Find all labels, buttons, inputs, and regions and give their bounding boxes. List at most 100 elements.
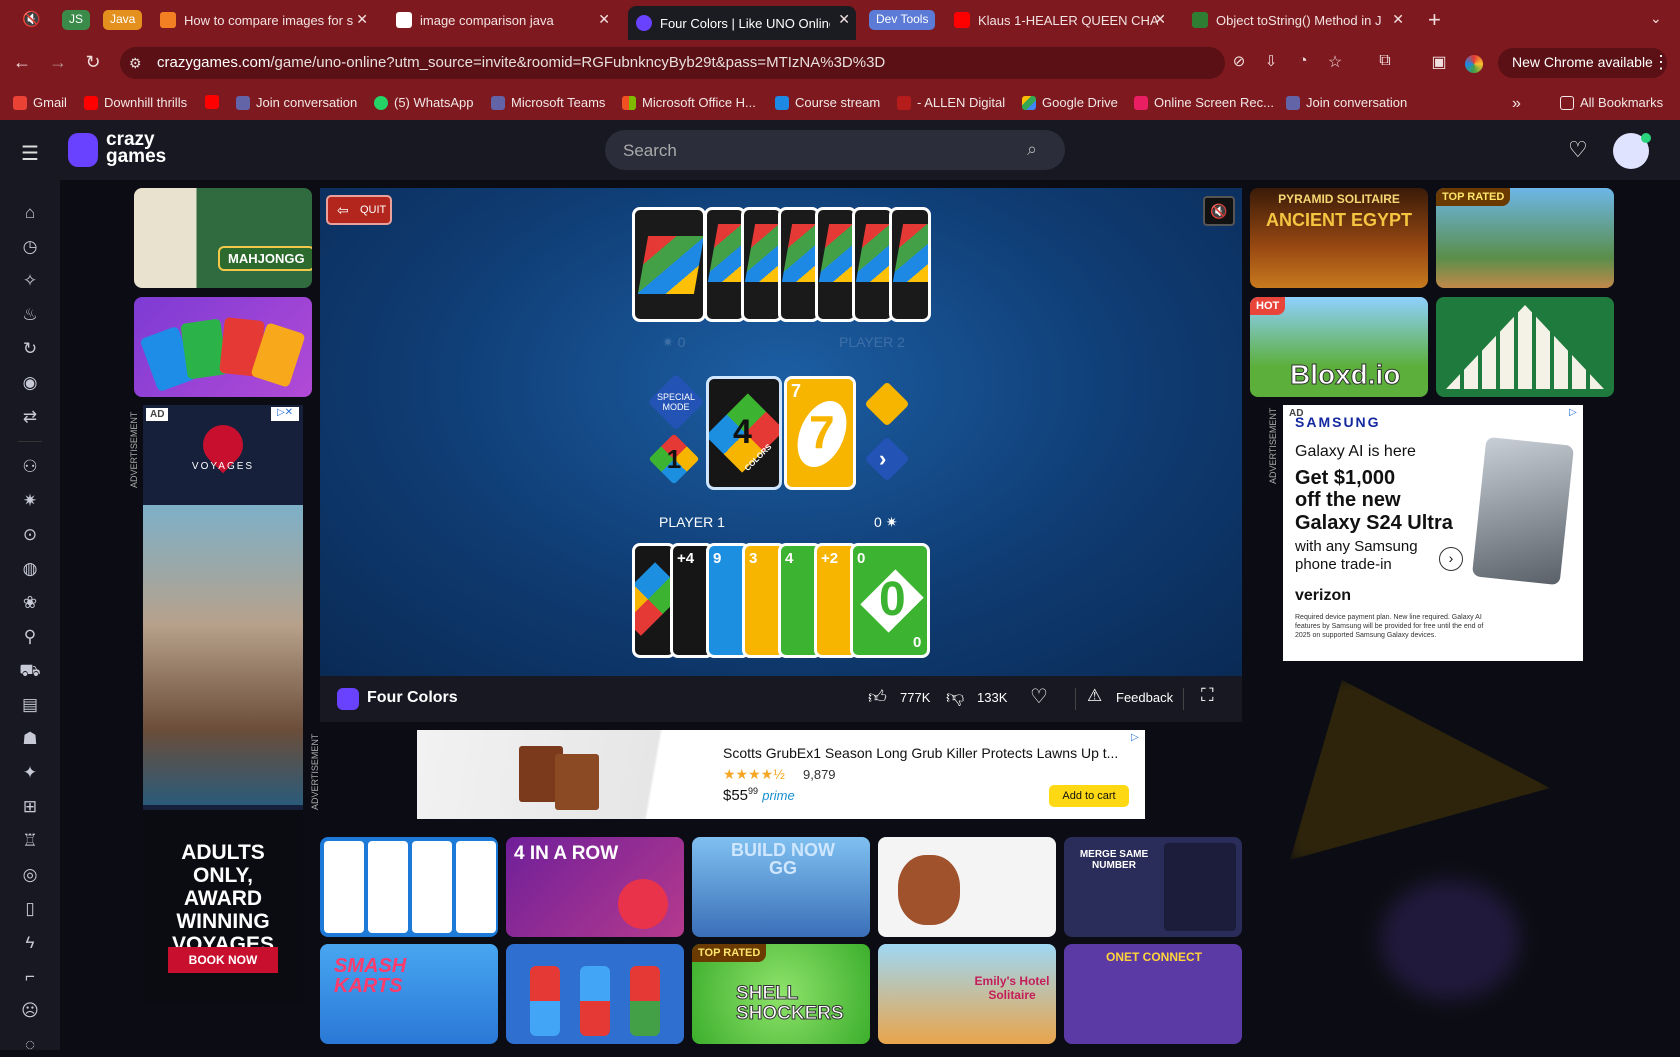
tab-tostring[interactable]: Object toString() Method in J ✕ xyxy=(1184,6,1410,34)
game-thumb-smash-karts[interactable]: SMASH KARTS xyxy=(320,944,498,1044)
bookmark-course-stream[interactable]: Course stream xyxy=(775,95,880,110)
bookmark-allen[interactable]: - ALLEN Digital xyxy=(897,95,1005,110)
close-icon[interactable]: ✕ xyxy=(838,11,850,28)
clicker-icon[interactable]: ✦ xyxy=(19,763,41,785)
game-thumb-cards[interactable] xyxy=(134,297,312,397)
tab-four-colors[interactable]: Four Colors | Like UNO Online ✕ xyxy=(628,6,856,40)
extensions-icon[interactable]: ⧉ xyxy=(1374,52,1396,70)
horror-icon[interactable]: ☹ xyxy=(19,1001,41,1023)
two-player-icon[interactable]: ⚇ xyxy=(19,457,41,479)
bookmark-whatsapp[interactable]: (5) WhatsApp xyxy=(374,95,473,110)
reload-icon[interactable]: ↻ xyxy=(82,52,104,73)
originals-icon[interactable]: ◉ xyxy=(19,373,41,395)
controller-icon[interactable]: ⊞ xyxy=(19,797,41,819)
tab-group-java[interactable]: Java xyxy=(103,10,143,30)
game-thumb-solitaire[interactable] xyxy=(320,837,498,937)
adchoices-icon[interactable]: ▷ xyxy=(1131,732,1139,743)
ad-close-icon[interactable]: ▷✕ xyxy=(271,407,299,421)
bike-icon[interactable]: ⚲ xyxy=(19,627,41,649)
game-thumb-mahjongg[interactable]: MAHJONGG xyxy=(134,188,312,288)
menu-kebab-icon[interactable]: ⋮ xyxy=(1652,52,1670,73)
quit-button[interactable]: QUIT xyxy=(326,195,392,225)
driving-wheel-icon[interactable]: ◎ xyxy=(19,865,41,887)
profile-avatar[interactable] xyxy=(1465,55,1483,73)
favorite-heart-icon[interactable]: ♡ xyxy=(1030,684,1048,709)
site-info-icon[interactable]: ⚙ xyxy=(129,55,142,72)
draw-deck-card[interactable]: 4 COLORS xyxy=(706,376,782,490)
feedback-icon[interactable]: ⚠ xyxy=(1087,686,1102,706)
bookmark-join-2[interactable]: Join conversation xyxy=(1286,95,1407,110)
tab-search-chevron-icon[interactable]: ⌄ xyxy=(1650,10,1662,27)
new-tab-icon[interactable]: + xyxy=(1428,7,1441,33)
updated-icon[interactable]: ↻ xyxy=(19,339,41,361)
tab-image-comparison[interactable]: image comparison java ✕ xyxy=(388,6,616,34)
game-thumb-merlin-solitaire[interactable]: TOP RATED xyxy=(1436,188,1614,288)
new-sparkle-icon[interactable]: ✧ xyxy=(19,271,41,293)
bookmark-screen-rec[interactable]: Online Screen Rec... xyxy=(1134,95,1274,110)
casual-icon[interactable]: ☗ xyxy=(19,729,41,751)
add-to-cart-button[interactable]: Add to cart xyxy=(1049,785,1129,807)
site-logo[interactable]: crazy games xyxy=(106,130,166,166)
hamburger-menu-icon[interactable]: ☰ xyxy=(21,141,39,166)
tab-compare-images[interactable]: How to compare images for s ✕ xyxy=(152,6,374,34)
game-thumb-build-now[interactable]: BUILD NOW GG xyxy=(692,837,870,937)
install-icon[interactable]: ⇩ xyxy=(1260,52,1282,70)
search-icon[interactable]: ⌕ xyxy=(1027,139,1037,160)
side-panel-icon[interactable]: ▣ xyxy=(1428,52,1450,72)
game-thumb-shell-shockers[interactable]: TOP RATED SHELL SHOCKERS xyxy=(692,944,870,1044)
game-thumb-pyramid-solitaire[interactable]: PYRAMID SOLITAIRE ANCIENT EGYPT xyxy=(1250,188,1428,288)
flash-icon[interactable]: ϟ xyxy=(19,933,41,955)
performance-icon[interactable]: ◔ xyxy=(1292,52,1314,69)
game-thumb-onet-connect[interactable]: ONET CONNECT xyxy=(1064,944,1242,1044)
basketball-icon[interactable]: ◍ xyxy=(19,559,41,581)
bookmark-teams[interactable]: Microsoft Teams xyxy=(491,95,605,110)
all-bookmarks[interactable]: All Bookmarks xyxy=(1560,95,1663,110)
game-thumb-bloxd[interactable]: HOT Bloxd.io xyxy=(1250,297,1428,397)
star-icon[interactable]: ☆ xyxy=(1324,52,1346,72)
beauty-icon[interactable]: ❀ xyxy=(19,593,41,615)
game-thumb-draw[interactable] xyxy=(878,837,1056,937)
random-shuffle-icon[interactable]: ⇄ xyxy=(19,407,41,429)
crazygames-logo-icon[interactable] xyxy=(68,133,98,167)
home-icon[interactable]: ⌂ xyxy=(19,203,41,225)
new-chrome-button[interactable]: New Chrome available xyxy=(1498,48,1667,78)
escape-door-icon[interactable]: ▯ xyxy=(19,899,41,921)
tab-group-js[interactable]: JS xyxy=(62,10,91,30)
trending-flame-icon[interactable]: ♨ xyxy=(19,305,41,327)
favorites-heart-icon[interactable]: ♡ xyxy=(1568,137,1588,163)
bookmark-join-1[interactable]: Join conversation xyxy=(236,95,357,110)
close-icon[interactable]: ✕ xyxy=(1154,11,1166,28)
game-thumb-pyramid-cards[interactable] xyxy=(1436,297,1614,397)
bookmark-downhill[interactable]: Downhill thrills xyxy=(84,95,187,110)
ad-bottom[interactable]: AD Scotts GrubEx1 Season Long Grub Kille… xyxy=(417,730,1145,819)
book-now-button[interactable]: BOOK NOW xyxy=(168,947,278,973)
bookmark-office[interactable]: Microsoft Office H... xyxy=(622,95,756,110)
mute-icon[interactable]: 🔇 xyxy=(22,10,41,28)
tab-group-dev-tools[interactable]: Dev Tools xyxy=(869,10,936,30)
feedback-button[interactable]: Feedback xyxy=(1116,690,1173,705)
ad-left[interactable]: AD ▷✕ VOYAGES ADULTS ONLY, AWARD WINNING… xyxy=(143,405,303,1005)
card-icon[interactable]: ▤ xyxy=(19,695,41,717)
more-icon[interactable]: ◌ xyxy=(19,1035,41,1057)
sound-off-icon[interactable]: 🔇 xyxy=(1203,196,1235,226)
eye-off-icon[interactable]: ⊘ xyxy=(1228,52,1250,70)
game-thumb-nuts-sort[interactable] xyxy=(506,944,684,1044)
bookmark-youtube[interactable] xyxy=(205,95,225,109)
tab-klaus[interactable]: Klaus 1-HEALER QUEEN CHA ✕ xyxy=(946,6,1172,34)
adchoices-icon[interactable]: ▷ xyxy=(1569,407,1577,418)
io-icon[interactable]: ♖ xyxy=(19,831,41,853)
recent-clock-icon[interactable]: ◷ xyxy=(19,237,41,259)
close-icon[interactable]: ✕ xyxy=(598,11,610,28)
thumbs-down-icon[interactable]: 👎︎ xyxy=(946,686,964,708)
fullscreen-icon[interactable]: ⛶ xyxy=(1201,685,1214,706)
game-thumb-4-in-a-row[interactable]: 4 IN A ROW xyxy=(506,837,684,937)
arrow-right-circle-icon[interactable]: › xyxy=(1439,547,1463,571)
gun-icon[interactable]: ⌐ xyxy=(19,967,41,989)
hand-card-green-0[interactable]: 0 0 0 xyxy=(850,543,930,658)
thumbs-up-icon[interactable]: 👍︎ xyxy=(868,686,887,708)
more-bookmarks-icon[interactable]: » xyxy=(1512,95,1521,113)
close-icon[interactable]: ✕ xyxy=(356,11,368,28)
car-icon[interactable]: ⛟ xyxy=(19,661,41,683)
game-thumb-merge-number[interactable]: MERGE SAME NUMBER xyxy=(1064,837,1242,937)
bookmark-gmail[interactable]: Gmail xyxy=(13,95,67,110)
